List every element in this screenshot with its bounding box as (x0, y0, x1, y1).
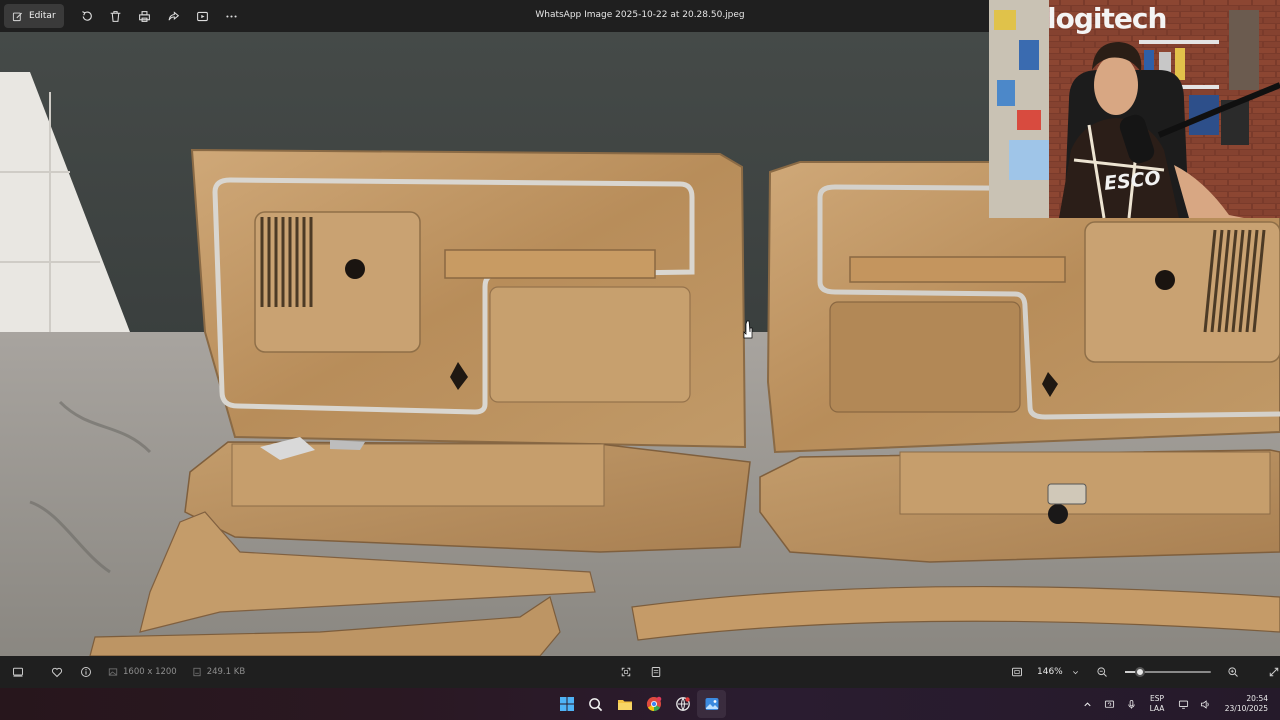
rotate-icon (81, 10, 92, 21)
search-button[interactable] (581, 690, 610, 718)
chevron-down-icon (1072, 670, 1078, 674)
compare-icon (651, 667, 660, 677)
filmstrip-icon (12, 667, 23, 677)
share-button[interactable] (159, 4, 188, 28)
microphone-button[interactable] (1120, 692, 1142, 716)
zoom-value: 146% (1037, 667, 1063, 677)
language-layout: LAA (1149, 704, 1165, 713)
language-code: ESP (1149, 694, 1165, 703)
screen-icon (1178, 700, 1188, 709)
print-icon (138, 10, 150, 22)
screen-button[interactable] (1172, 692, 1194, 716)
file-size: 249.1 KB (206, 667, 246, 677)
rotate-button[interactable] (72, 4, 101, 28)
slideshow-icon (196, 11, 208, 21)
edit-icon (12, 12, 22, 21)
more-button[interactable] (217, 4, 246, 28)
zoom-slider-thumb[interactable] (1135, 667, 1146, 677)
microphone-icon (1127, 699, 1135, 709)
webcam-banner-text: logitech (1047, 2, 1167, 35)
clock-time: 20:54 (1246, 694, 1268, 703)
edit-button-label: Editar (29, 11, 56, 21)
share-icon (168, 10, 179, 20)
more-icon (226, 14, 237, 18)
clock[interactable]: 20:54 23/10/2025 (1216, 694, 1280, 714)
edit-button[interactable]: Editar (4, 4, 64, 28)
print-button[interactable] (130, 4, 159, 28)
volume-button[interactable] (1194, 692, 1216, 716)
info-icon (80, 667, 91, 677)
sync-button[interactable] (1098, 692, 1120, 716)
chrome-button[interactable] (639, 690, 668, 718)
file-size-icon (193, 667, 201, 677)
favorite-icon (51, 667, 62, 678)
clock-date: 23/10/2025 (1224, 704, 1268, 713)
windows-start-icon (559, 697, 574, 711)
fit-button[interactable] (611, 660, 640, 684)
slideshow-button[interactable] (188, 4, 217, 28)
delete-icon (110, 10, 121, 22)
fit-window-button[interactable] (1002, 660, 1031, 684)
start-button[interactable] (552, 690, 581, 718)
zoom-in-icon (1228, 667, 1239, 677)
tray-overflow-button[interactable] (1076, 692, 1098, 716)
image-size-icon (108, 668, 118, 676)
info-button[interactable] (71, 660, 100, 684)
language-indicator[interactable]: ESP LAA (1142, 694, 1172, 714)
zoom-dropdown[interactable]: 146% (1037, 667, 1080, 677)
zoom-in-button[interactable] (1219, 660, 1248, 684)
image-dimensions: 1600 x 1200 (123, 667, 177, 677)
image-meta: 1600 x 1200 249.1 KB (108, 667, 245, 677)
taskbar: ESP LAA 20:54 23/10/2025 (0, 688, 1280, 720)
volume-icon (1200, 699, 1209, 709)
sync-icon (1104, 700, 1114, 708)
photos-icon (705, 698, 718, 710)
filmstrip-button[interactable] (3, 660, 32, 684)
fit-window-icon (1011, 667, 1022, 677)
compare-button[interactable] (641, 660, 670, 684)
file-explorer-button[interactable] (610, 690, 639, 718)
browser-icon (675, 697, 690, 712)
zoom-out-icon (1097, 667, 1108, 677)
favorite-button[interactable] (42, 660, 71, 684)
fullscreen-icon (1269, 667, 1279, 677)
photos-app-button[interactable] (697, 690, 726, 718)
browser-button[interactable] (668, 690, 697, 718)
zoom-out-button[interactable] (1088, 660, 1117, 684)
chevron-up-icon (1083, 701, 1091, 706)
chrome-icon (646, 696, 661, 712)
system-tray: ESP LAA 20:54 23/10/2025 (1076, 688, 1280, 720)
status-bar: 1600 x 1200 249.1 KB 146% (0, 656, 1280, 688)
delete-button[interactable] (101, 4, 130, 28)
fit-icon (621, 667, 630, 677)
fullscreen-button[interactable] (1260, 660, 1280, 684)
webcam-overlay: logitech ESCO (989, 0, 1280, 218)
search-icon (589, 697, 603, 711)
file-explorer-icon (617, 700, 632, 710)
zoom-slider[interactable] (1124, 667, 1211, 677)
